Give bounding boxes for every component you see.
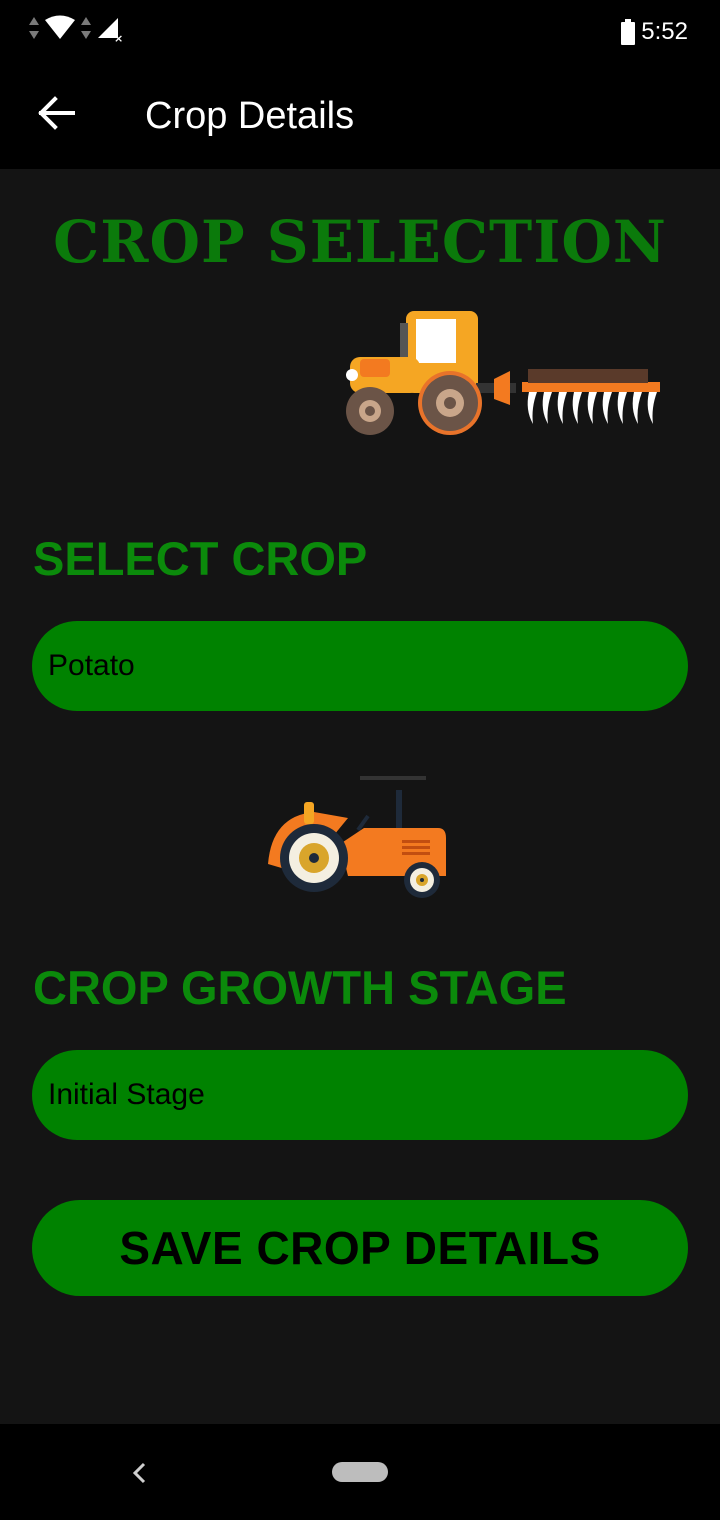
nav-back-icon[interactable] [126,1458,152,1488]
system-nav-bar [0,1424,720,1520]
select-crop-label: SELECT CROP [33,532,368,585]
growth-stage-dropdown[interactable]: Initial Stage [32,1050,688,1140]
back-button[interactable] [36,92,78,134]
save-crop-details-button[interactable]: SAVE CROP DETAILS [32,1200,688,1296]
battery-icon [621,19,636,45]
app-bar: Crop Details [0,64,720,169]
page-title: Crop Details [145,95,355,137]
signal-no-data-icon: × [98,18,123,42]
crop-dropdown-value: Potato [48,649,135,682]
tractor-illustration [268,776,446,898]
data-arrows-icon [81,17,91,39]
status-bar: × 5:52 [0,0,720,64]
growth-stage-dropdown-value: Initial Stage [48,1078,205,1111]
arrow-left-icon [38,96,75,130]
wifi-icon [45,15,75,39]
save-crop-details-label: SAVE CROP DETAILS [119,1222,601,1274]
data-arrows-icon [29,17,39,39]
nav-home-pill-icon[interactable] [332,1462,388,1482]
crop-dropdown[interactable]: Potato [32,621,688,711]
status-icons-left: × [28,14,124,42]
status-time: 5:52 [641,18,688,45]
crop-selection-heading: CROP SELECTION [53,208,667,276]
status-icons-right: 5:52 [621,18,688,46]
main-content: CROP SELECTION SELECT CROP Potato CROP G… [0,169,720,1424]
svg-text:×: × [114,32,123,42]
growth-stage-label: CROP GROWTH STAGE [33,961,567,1014]
tractor-harrow-illustration [346,311,660,435]
